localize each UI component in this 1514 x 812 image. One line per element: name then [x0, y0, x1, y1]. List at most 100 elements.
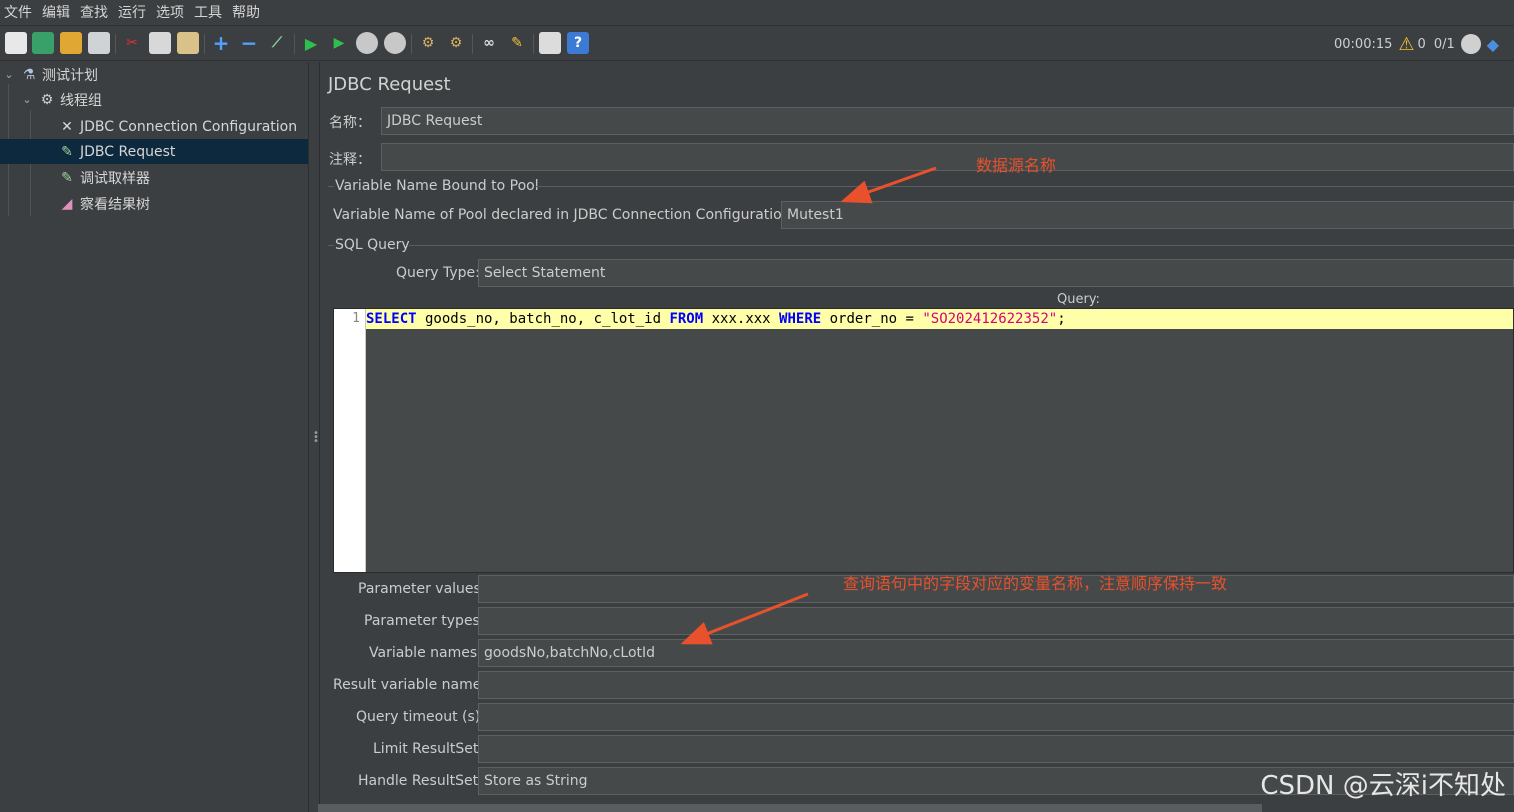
param-types-field[interactable] — [478, 607, 1514, 635]
paste-icon[interactable] — [177, 32, 199, 54]
pool-annotation: 数据源名称 — [976, 156, 1057, 175]
sql-text: order_no = — [821, 311, 923, 327]
comment-label: 注释： — [329, 152, 371, 168]
menu-help[interactable]: 帮助 — [232, 2, 260, 22]
tree-item-label: JDBC Connection Configuration — [80, 118, 298, 135]
result-variable-label: Result variable name: — [333, 677, 487, 693]
sampler-icon: ✎ — [61, 143, 73, 160]
sql-text: xxx.xxx — [703, 311, 780, 327]
drag-handle-icon[interactable]: • • • — [313, 429, 319, 447]
start-no-pause-icon[interactable]: ▶ — [328, 32, 350, 54]
horizontal-scrollbar[interactable] — [318, 804, 1262, 812]
stop-icon[interactable] — [356, 32, 378, 54]
reset-search-icon[interactable]: ✎ — [506, 32, 528, 54]
name-label: 名称： — [329, 115, 371, 131]
menu-file[interactable]: 文件 — [4, 2, 32, 22]
tree-item-label: JDBC Request — [80, 143, 176, 160]
remote-icon[interactable] — [1460, 34, 1481, 54]
param-values-label: Parameter values: — [358, 581, 486, 597]
sql-query-editor[interactable]: 1 SELECT goods_no, batch_no, c_lot_id FR… — [333, 308, 1514, 573]
limit-resultset-field[interactable] — [478, 735, 1514, 763]
sql-group-title: SQL Query — [335, 237, 410, 253]
query-timeout-label: Query timeout (s): — [356, 709, 485, 725]
test-plan-tree: ⌄ ⚗ 测试计划 ⌄ ⚙ 线程组 ✕ JDBC Connection Confi… — [0, 62, 308, 812]
menu-edit[interactable]: 编辑 — [42, 2, 70, 22]
variables-annotation: 查询语句中的字段对应的变量名称，注意顺序保持一致 — [843, 574, 1228, 593]
tree-item-test-plan[interactable]: ⌄ ⚗ 测试计划 — [0, 62, 308, 87]
menu-search[interactable]: 查找 — [80, 2, 108, 22]
config-tools-icon: ✕ — [61, 118, 73, 135]
tree-item-label: 调试取样器 — [80, 170, 150, 187]
active-threads: 0/1 — [1433, 36, 1455, 52]
sql-keyword: FROM — [669, 311, 704, 327]
chevron-down-icon[interactable]: ⌄ — [20, 93, 34, 106]
toggle-icon[interactable]: ⟋ — [266, 32, 288, 54]
warning-icon[interactable]: ⚠ — [1398, 34, 1414, 55]
menu-run[interactable]: 运行 — [118, 2, 146, 22]
tree-item-jdbc-config[interactable]: ✕ JDBC Connection Configuration — [0, 114, 308, 139]
pool-name-field[interactable]: Mutest1 — [781, 201, 1514, 229]
result-variable-field[interactable] — [478, 671, 1514, 699]
sql-code-line[interactable]: SELECT goods_no, batch_no, c_lot_id FROM… — [366, 309, 1513, 329]
expand-icon[interactable]: + — [210, 31, 232, 55]
tree-item-thread-group[interactable]: ⌄ ⚙ 线程组 — [0, 87, 308, 112]
collapse-icon[interactable]: − — [238, 31, 260, 55]
new-icon[interactable] — [5, 32, 27, 54]
query-label: Query: — [1057, 292, 1100, 307]
menu-options[interactable]: 选项 — [156, 2, 184, 22]
comment-field[interactable] — [381, 143, 1514, 171]
toolbar: ✂ + − ⟋ ▶ ▶ ⚙ ⚙ ∞ ✎ ? 00:00:15 ⚠ 0 0/1 ◆ — [0, 25, 1514, 61]
tree-item-label: 察看结果树 — [80, 196, 150, 213]
templates-icon[interactable] — [32, 32, 54, 54]
param-types-label: Parameter types: — [364, 613, 485, 629]
menu-bar: 文件 编辑 查找 运行 选项 工具 帮助 — [0, 0, 1514, 24]
clear-icon[interactable]: ⚙ — [417, 32, 439, 54]
chevron-down-icon[interactable]: ⌄ — [2, 68, 16, 81]
pool-group-title: Variable Name Bound to Pool — [335, 178, 539, 194]
cut-icon[interactable]: ✂ — [121, 32, 143, 54]
page-title: JDBC Request — [328, 74, 451, 95]
search-icon[interactable]: ∞ — [478, 32, 500, 54]
handle-resultset-label: Handle ResultSet: — [358, 773, 483, 789]
tree-item-debug-sampler[interactable]: ✎ 调试取样器 — [0, 165, 308, 190]
sql-string: "SO202412622352" — [922, 311, 1058, 327]
shutdown-icon[interactable] — [384, 32, 406, 54]
query-type-label: Query Type: — [396, 265, 480, 281]
sql-text: ; — [1057, 311, 1066, 327]
sampler-icon: ✎ — [61, 169, 73, 186]
line-gutter: 1 — [334, 309, 366, 572]
tree-item-results-tree[interactable]: ◢ 察看结果树 — [0, 191, 308, 216]
variable-names-field[interactable]: goodsNo,batchNo,cLotId — [478, 639, 1514, 667]
open-icon[interactable] — [60, 32, 82, 54]
elapsed-timer: 00:00:15 — [1334, 36, 1393, 52]
tree-item-label: 线程组 — [60, 92, 102, 109]
panel-splitter[interactable]: • • • — [308, 62, 320, 812]
limit-resultset-label: Limit ResultSet: — [373, 741, 484, 757]
sql-keyword: WHERE — [779, 311, 822, 327]
tree-item-jdbc-request[interactable]: ✎ JDBC Request — [0, 139, 308, 164]
listener-icon: ◢ — [61, 195, 73, 212]
watermark: CSDN @云深i不知处 — [1260, 771, 1506, 801]
tree-item-label: 测试计划 — [42, 67, 98, 84]
help-icon[interactable]: ? — [567, 32, 589, 54]
line-number: 1 — [352, 311, 360, 326]
variable-names-label: Variable names: — [369, 645, 482, 661]
log-icon[interactable]: ◆ — [1487, 35, 1499, 54]
name-field[interactable]: JDBC Request — [381, 107, 1514, 135]
query-timeout-field[interactable] — [478, 703, 1514, 731]
save-icon[interactable] — [88, 32, 110, 54]
thread-group-icon: ⚙ — [40, 91, 54, 108]
query-type-select[interactable]: Select Statement — [478, 259, 1514, 287]
menu-tools[interactable]: 工具 — [194, 2, 222, 22]
jdbc-request-panel: JDBC Request 名称： JDBC Request 注释： Variab… — [320, 62, 1514, 812]
sql-keyword: SELECT — [366, 311, 417, 327]
function-helper-icon[interactable] — [539, 32, 561, 54]
test-plan-icon: ⚗ — [22, 66, 36, 83]
clear-all-icon[interactable]: ⚙ — [445, 32, 467, 54]
status-area: 00:00:15 ⚠ 0 0/1 ◆ — [1334, 26, 1499, 62]
pool-name-label: Variable Name of Pool declared in JDBC C… — [333, 207, 796, 223]
start-icon[interactable]: ▶ — [300, 32, 322, 54]
warning-count: 0 — [1417, 36, 1426, 52]
sql-text: goods_no, batch_no, c_lot_id — [416, 311, 670, 327]
copy-icon[interactable] — [149, 32, 171, 54]
